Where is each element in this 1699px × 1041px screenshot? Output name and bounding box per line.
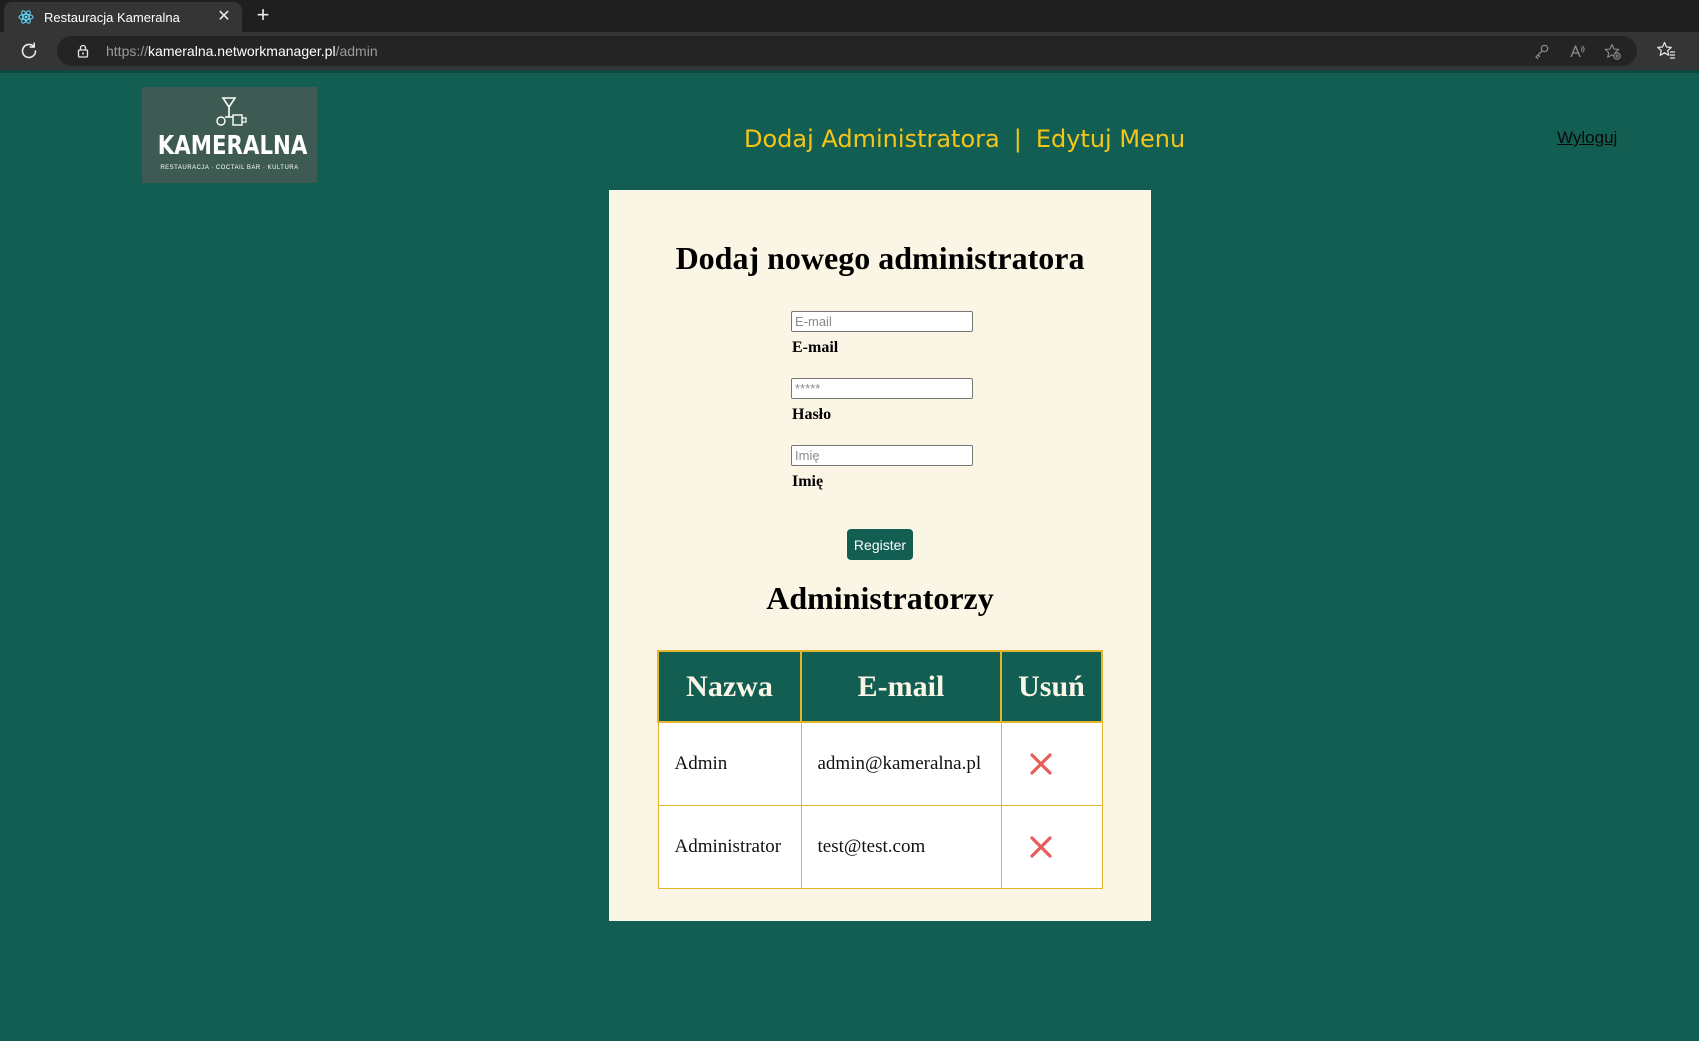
reload-icon[interactable] (17, 39, 41, 63)
logout-link[interactable]: Wyloguj (1557, 128, 1617, 148)
password-label: Hasło (792, 406, 832, 423)
logo-wordmark: KAMERALNA (157, 131, 308, 161)
address-bar[interactable]: https://kameralna.networkmanager.pl/admi… (57, 36, 1637, 66)
url-host: kameralna.networkmanager.pl (148, 43, 336, 59)
react-atom-icon (18, 10, 34, 24)
admin-panel-card: Dodaj nowego administratora E-mail Hasło… (609, 190, 1151, 921)
email-label: E-mail (792, 339, 839, 356)
toolbar-divider (0, 70, 1699, 73)
favorites-icon[interactable] (1656, 40, 1676, 60)
delete-x-icon[interactable] (1029, 752, 1053, 776)
close-tab-icon[interactable]: ✕ (214, 7, 234, 27)
column-header-name: Nazwa (657, 650, 802, 723)
browser-toolbar: https://kameralna.networkmanager.pl/admi… (0, 32, 1699, 70)
name-input[interactable] (791, 445, 973, 466)
delete-cell (1000, 805, 1103, 889)
logo-subtitle: RESTAURACJA · COCTAIL BAR · KULTURA (160, 165, 299, 171)
admin-nav: Dodaj Administratora | Edytuj Menu (744, 122, 1185, 156)
admins-table: Nazwa E-mail Usuń Admin admin@kameralna.… (657, 650, 1103, 889)
cocktail-glass-icon (216, 97, 247, 126)
read-aloud-icon[interactable] (1569, 43, 1586, 60)
email-input[interactable] (791, 311, 973, 332)
admin-email-cell: test@test.com (800, 805, 1002, 889)
admin-email-cell: admin@kameralna.pl (800, 721, 1002, 806)
admin-name-cell: Admin (657, 721, 802, 806)
browser-tab-bar: Restauracja Kameralna ✕ + (0, 0, 1699, 32)
table-row: Admin admin@kameralna.pl (657, 721, 1103, 806)
nav-edit-menu-link[interactable]: Edytuj Menu (1036, 125, 1185, 153)
register-button[interactable]: Register (847, 529, 913, 560)
kameralna-logo[interactable]: KAMERALNA RESTAURACJA · COCTAIL BAR · KU… (142, 87, 317, 183)
password-input[interactable] (791, 378, 973, 399)
column-header-email: E-mail (800, 650, 1002, 723)
table-header-row: Nazwa E-mail Usuń (657, 650, 1103, 723)
delete-x-icon[interactable] (1029, 835, 1053, 859)
admin-name-cell: Administrator (657, 805, 802, 889)
key-icon[interactable] (1533, 43, 1550, 60)
browser-tab[interactable]: Restauracja Kameralna ✕ (4, 2, 242, 32)
delete-cell (1000, 721, 1103, 806)
nav-add-admin-link[interactable]: Dodaj Administratora (744, 125, 1000, 153)
url-path: /admin (335, 43, 378, 59)
add-admin-heading: Dodaj nowego administratora (675, 240, 1085, 276)
url-text[interactable]: https://kameralna.networkmanager.pl/admi… (106, 36, 378, 66)
table-row: Administrator test@test.com (657, 805, 1103, 889)
tab-title: Restauracja Kameralna (44, 9, 180, 25)
name-label: Imię (792, 473, 824, 490)
lock-icon[interactable] (75, 43, 91, 59)
admins-heading: Administratorzy (766, 580, 994, 616)
new-tab-button[interactable]: + (251, 4, 275, 28)
column-header-delete: Usuń (1000, 650, 1103, 723)
url-scheme: https:// (106, 43, 149, 59)
add-favorite-icon[interactable] (1604, 43, 1621, 60)
nav-separator: | (1013, 125, 1022, 153)
